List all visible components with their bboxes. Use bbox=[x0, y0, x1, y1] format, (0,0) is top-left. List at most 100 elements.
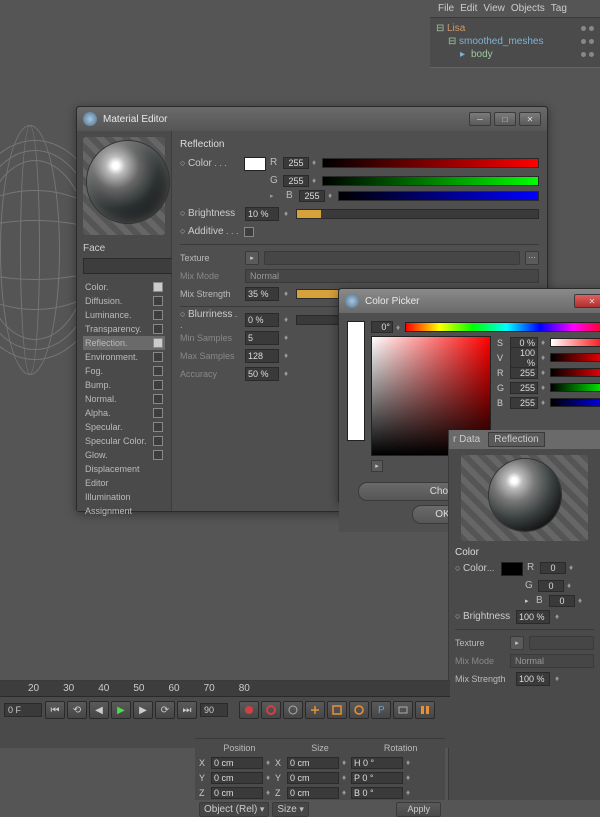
channel-checkbox[interactable] bbox=[153, 394, 163, 404]
channel-reflection[interactable]: Reflection. bbox=[83, 336, 165, 350]
texture-browse-button[interactable]: ▸ bbox=[245, 251, 259, 265]
attr-b-input[interactable]: 0 bbox=[549, 595, 575, 607]
close-button[interactable]: ✕ bbox=[519, 112, 541, 126]
brightness-slider[interactable] bbox=[296, 209, 539, 219]
attr-r-input[interactable]: 0 bbox=[540, 562, 566, 574]
key-param-button[interactable]: P bbox=[371, 701, 391, 719]
attr-tab-reflection[interactable]: Reflection bbox=[488, 432, 544, 447]
material-preview[interactable] bbox=[87, 141, 169, 223]
channel-displacement[interactable]: Displacement bbox=[83, 462, 165, 476]
picker-current-swatch[interactable] bbox=[347, 321, 365, 441]
coord-apply-button[interactable]: Apply bbox=[396, 802, 441, 817]
prev-frame-button[interactable]: ◀ bbox=[89, 701, 109, 719]
color-b-input[interactable]: 255 bbox=[299, 190, 325, 202]
goto-end-button[interactable]: ⏭ bbox=[177, 701, 197, 719]
color-picker-close-button[interactable]: ✕ bbox=[574, 294, 600, 308]
channel-checkbox[interactable] bbox=[153, 310, 163, 320]
color-r-input[interactable]: 255 bbox=[283, 157, 309, 169]
key-selection-button[interactable] bbox=[283, 701, 303, 719]
key-scale-button[interactable] bbox=[327, 701, 347, 719]
attr-mixstrength-input[interactable]: 100 % bbox=[516, 672, 550, 686]
blurriness-input[interactable]: 0 % bbox=[245, 313, 279, 327]
channel-specular-color[interactable]: Specular Color. bbox=[83, 434, 165, 448]
channel-assignment[interactable]: Assignment bbox=[83, 504, 165, 518]
picker-v-slider[interactable] bbox=[550, 353, 600, 362]
next-key-button[interactable]: ⟳ bbox=[155, 701, 175, 719]
record-button[interactable] bbox=[239, 701, 259, 719]
channel-checkbox[interactable] bbox=[153, 380, 163, 390]
attr-texture-field[interactable] bbox=[529, 636, 594, 650]
key-rotate-button[interactable] bbox=[349, 701, 369, 719]
channel-checkbox[interactable] bbox=[153, 296, 163, 306]
color-g-input[interactable]: 255 bbox=[283, 175, 309, 187]
menu-file[interactable]: File bbox=[438, 3, 454, 14]
color-g-slider[interactable] bbox=[322, 176, 539, 186]
key-all-button[interactable] bbox=[415, 701, 435, 719]
menu-view[interactable]: View bbox=[483, 3, 505, 14]
tree-item-root[interactable]: ⊟Lisa bbox=[436, 22, 594, 35]
picker-expand-button[interactable]: ▸ bbox=[371, 460, 383, 472]
frame-start-input[interactable] bbox=[4, 703, 42, 717]
menu-tags[interactable]: Tag bbox=[551, 3, 567, 14]
channel-checkbox[interactable] bbox=[153, 450, 163, 460]
channel-checkbox[interactable] bbox=[153, 282, 163, 292]
attr-expand-icon[interactable]: ▸ bbox=[525, 597, 533, 605]
additive-checkbox[interactable] bbox=[244, 227, 254, 237]
channel-checkbox[interactable] bbox=[153, 366, 163, 376]
texture-more-button[interactable]: ⋯ bbox=[525, 251, 539, 265]
tree-item-child[interactable]: ⊟smoothed_meshes bbox=[436, 35, 594, 48]
frame-end-input[interactable] bbox=[200, 703, 228, 717]
coord-mode-select[interactable]: Object (Rel) ▾ bbox=[199, 802, 269, 817]
channel-alpha[interactable]: Alpha. bbox=[83, 406, 165, 420]
channel-illumination[interactable]: Illumination bbox=[83, 490, 165, 504]
channel-color[interactable]: Color. bbox=[83, 280, 165, 294]
coord-size-select[interactable]: Size ▾ bbox=[272, 802, 308, 817]
color-r-slider[interactable] bbox=[322, 158, 539, 168]
autokey-button[interactable] bbox=[261, 701, 281, 719]
channel-glow[interactable]: Glow. bbox=[83, 448, 165, 462]
brightness-input[interactable]: 10 % bbox=[245, 207, 279, 221]
color-picker-titlebar[interactable]: Color Picker ✕ bbox=[339, 289, 600, 313]
picker-g-slider[interactable] bbox=[550, 383, 600, 392]
channel-checkbox[interactable] bbox=[153, 324, 163, 334]
channel-environment[interactable]: Environment. bbox=[83, 350, 165, 364]
channel-checkbox[interactable] bbox=[153, 352, 163, 362]
material-editor-titlebar[interactable]: Material Editor ─ □ ✕ bbox=[77, 107, 547, 131]
attr-mixmode-select[interactable]: Normal bbox=[510, 654, 594, 668]
channel-transparency[interactable]: Transparency. bbox=[83, 322, 165, 336]
attr-color-swatch[interactable] bbox=[501, 562, 523, 576]
menu-edit[interactable]: Edit bbox=[460, 3, 477, 14]
maxsamples-input[interactable]: 128 bbox=[245, 349, 279, 363]
play-button[interactable]: ▶ bbox=[111, 701, 131, 719]
timeline-ruler[interactable]: 20304050607080 bbox=[0, 681, 450, 697]
picker-g-input[interactable]: 255 bbox=[510, 382, 538, 394]
channel-normal[interactable]: Normal. bbox=[83, 392, 165, 406]
picker-b-input[interactable]: 255 bbox=[510, 397, 538, 409]
channel-editor[interactable]: Editor bbox=[83, 476, 165, 490]
attr-brightness-input[interactable]: 100 % bbox=[516, 610, 550, 624]
picker-r-slider[interactable] bbox=[550, 368, 600, 377]
tree-item-leaf[interactable]: ▸body bbox=[436, 48, 594, 61]
maximize-button[interactable]: □ bbox=[494, 112, 516, 126]
mixstrength-input[interactable]: 35 % bbox=[245, 287, 279, 301]
attr-texture-browse[interactable]: ▸ bbox=[510, 636, 524, 650]
attr-preview[interactable] bbox=[489, 459, 561, 531]
channel-checkbox[interactable] bbox=[153, 422, 163, 432]
channel-fog[interactable]: Fog. bbox=[83, 364, 165, 378]
color-b-slider[interactable] bbox=[338, 191, 539, 201]
channel-checkbox[interactable] bbox=[153, 436, 163, 446]
channel-specular[interactable]: Specular. bbox=[83, 420, 165, 434]
texture-field[interactable] bbox=[264, 251, 520, 265]
channel-luminance[interactable]: Luminance. bbox=[83, 308, 165, 322]
picker-s-slider[interactable] bbox=[550, 338, 600, 347]
picker-b-slider[interactable] bbox=[550, 398, 600, 407]
menu-objects[interactable]: Objects bbox=[511, 3, 545, 14]
minsamples-input[interactable]: 5 bbox=[245, 331, 279, 345]
picker-hue-slider[interactable] bbox=[405, 322, 600, 332]
color-swatch[interactable] bbox=[244, 157, 266, 171]
picker-r-input[interactable]: 255 bbox=[510, 367, 538, 379]
attr-g-input[interactable]: 0 bbox=[538, 580, 564, 592]
channel-checkbox[interactable] bbox=[153, 408, 163, 418]
prev-key-button[interactable]: ⟲ bbox=[67, 701, 87, 719]
channel-checkbox[interactable] bbox=[153, 338, 163, 348]
